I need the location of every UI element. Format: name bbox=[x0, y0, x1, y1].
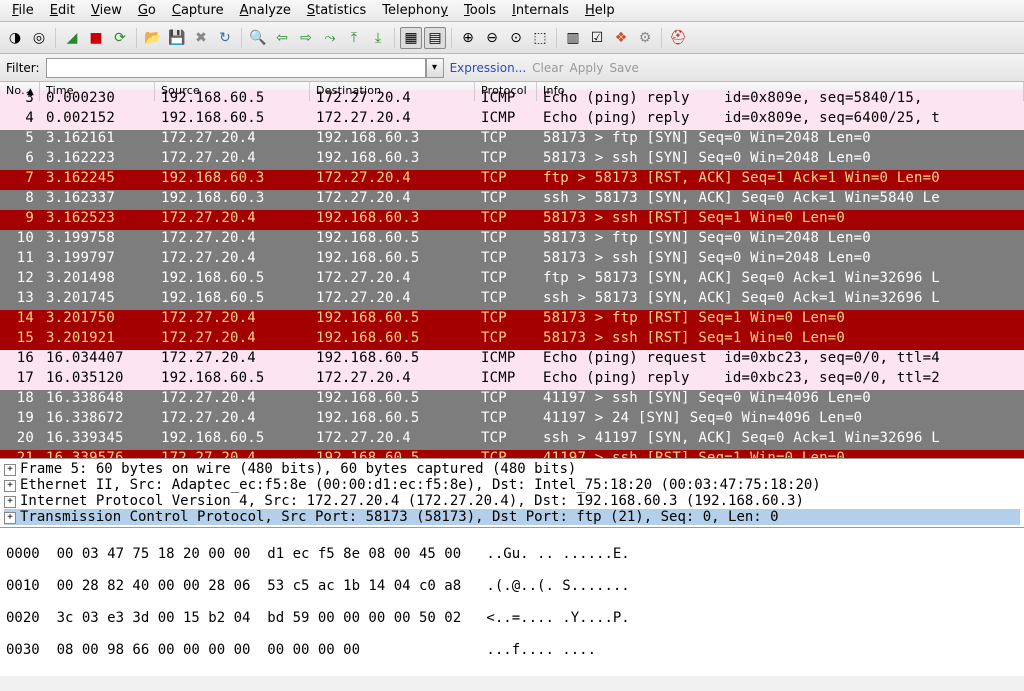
packet-list-body[interactable]: 30.000230192.168.60.5172.27.20.4ICMPEcho… bbox=[0, 90, 1024, 458]
filter-expression-link[interactable]: Expression... bbox=[450, 61, 527, 75]
expand-icon[interactable]: + bbox=[4, 464, 16, 476]
menu-edit[interactable]: Edit bbox=[42, 1, 83, 20]
packet-row[interactable]: 2016.339345192.168.60.5172.27.20.4TCPssh… bbox=[0, 430, 1024, 450]
filter-dropdown-icon[interactable]: ▾ bbox=[426, 58, 444, 78]
expand-icon[interactable]: + bbox=[4, 496, 16, 508]
menu-tools[interactable]: Tools bbox=[456, 1, 504, 20]
reload-icon[interactable]: ↻ bbox=[214, 27, 236, 49]
menu-file[interactable]: File bbox=[4, 1, 42, 20]
hex-line: 0020 3c 03 e3 3d 00 15 b2 04 bd 59 00 00… bbox=[6, 610, 1018, 626]
prefs-icon[interactable]: ⚙ bbox=[634, 27, 656, 49]
filter-label: Filter: bbox=[6, 61, 40, 75]
packet-row[interactable]: 63.162223172.27.20.4192.168.60.3TCP58173… bbox=[0, 150, 1024, 170]
packet-row[interactable]: 1716.035120192.168.60.5172.27.20.4ICMPEc… bbox=[0, 370, 1024, 390]
goto-icon[interactable]: ⤳ bbox=[319, 27, 341, 49]
menu-help[interactable]: Help bbox=[577, 1, 623, 20]
display-filter-icon[interactable]: ☑ bbox=[586, 27, 608, 49]
start-capture-icon[interactable]: ◢ bbox=[61, 27, 83, 49]
filter-clear-link[interactable]: Clear bbox=[532, 61, 563, 75]
packet-row[interactable]: 1816.338648172.27.20.4192.168.60.5TCP411… bbox=[0, 390, 1024, 410]
zoom-in-icon[interactable]: ⊕ bbox=[457, 27, 479, 49]
tree-ethernet[interactable]: +Ethernet II, Src: Adaptec_ec:f5:8e (00:… bbox=[4, 477, 1020, 493]
packet-row[interactable]: 73.162245192.168.60.3172.27.20.4TCPftp >… bbox=[0, 170, 1024, 190]
packet-row[interactable]: 40.002152192.168.60.5172.27.20.4ICMPEcho… bbox=[0, 110, 1024, 130]
menu-internals[interactable]: Internals bbox=[504, 1, 577, 20]
menu-analyze[interactable]: Analyze bbox=[232, 1, 299, 20]
hex-line: 0000 00 03 47 75 18 20 00 00 d1 ec f5 8e… bbox=[6, 546, 1018, 562]
packet-row[interactable]: 30.000230192.168.60.5172.27.20.4ICMPEcho… bbox=[0, 90, 1024, 110]
expand-icon[interactable]: + bbox=[4, 512, 16, 524]
zoom-out-icon[interactable]: ⊖ bbox=[481, 27, 503, 49]
packet-row[interactable]: 153.201921172.27.20.4192.168.60.5TCP5817… bbox=[0, 330, 1024, 350]
hex-line: 0030 08 00 98 66 00 00 00 00 00 00 00 00… bbox=[6, 642, 1018, 658]
packet-row[interactable]: 143.201750172.27.20.4192.168.60.5TCP5817… bbox=[0, 310, 1024, 330]
restart-capture-icon[interactable]: ⟳ bbox=[109, 27, 131, 49]
hex-line: 0010 00 28 82 40 00 00 28 06 53 c5 ac 1b… bbox=[6, 578, 1018, 594]
options-icon[interactable]: ◎ bbox=[28, 27, 50, 49]
menu-capture[interactable]: Capture bbox=[164, 1, 232, 20]
menu-statistics[interactable]: Statistics bbox=[299, 1, 374, 20]
packet-row[interactable]: 93.162523172.27.20.4192.168.60.3TCP58173… bbox=[0, 210, 1024, 230]
first-icon[interactable]: ⤒ bbox=[343, 27, 365, 49]
colorize-icon[interactable]: ▦ bbox=[400, 27, 422, 49]
autoscroll-icon[interactable]: ▤ bbox=[424, 27, 446, 49]
packet-row[interactable]: 83.162337192.168.60.3172.27.20.4TCPssh >… bbox=[0, 190, 1024, 210]
toolbar: ◑ ◎ ◢ ■ ⟳ 📂 💾 ✖ ↻ 🔍 ⇦ ⇨ ⤳ ⤒ ⤓ ▦ ▤ ⊕ ⊖ ⊙ … bbox=[0, 22, 1024, 54]
packet-list-pane: No.▲ Time Source Destination Protocol In… bbox=[0, 82, 1024, 458]
filter-input[interactable] bbox=[46, 58, 426, 78]
close-icon[interactable]: ✖ bbox=[190, 27, 212, 49]
help-icon[interactable]: ⛑ bbox=[667, 27, 689, 49]
expand-icon[interactable]: + bbox=[4, 480, 16, 492]
packet-row[interactable]: 1616.034407172.27.20.4192.168.60.5ICMPEc… bbox=[0, 350, 1024, 370]
packet-row[interactable]: 133.201745192.168.60.5172.27.20.4TCPssh … bbox=[0, 290, 1024, 310]
find-icon[interactable]: 🔍 bbox=[247, 27, 269, 49]
packet-detail-pane[interactable]: +Frame 5: 60 bytes on wire (480 bits), 6… bbox=[0, 458, 1024, 527]
coloring-rules-icon[interactable]: ❖ bbox=[610, 27, 632, 49]
tree-tcp[interactable]: +Transmission Control Protocol, Src Port… bbox=[4, 509, 1020, 525]
tree-ip[interactable]: +Internet Protocol Version 4, Src: 172.2… bbox=[4, 493, 1020, 509]
menu-telephony[interactable]: Telephony bbox=[374, 1, 456, 20]
capture-filter-icon[interactable]: ▥ bbox=[562, 27, 584, 49]
packet-row[interactable]: 103.199758172.27.20.4192.168.60.5TCP5817… bbox=[0, 230, 1024, 250]
interfaces-icon[interactable]: ◑ bbox=[4, 27, 26, 49]
packet-row[interactable]: 113.199797172.27.20.4192.168.60.5TCP5817… bbox=[0, 250, 1024, 270]
menu-bar: File Edit View Go Capture Analyze Statis… bbox=[0, 0, 1024, 22]
save-icon[interactable]: 💾 bbox=[166, 27, 188, 49]
resize-cols-icon[interactable]: ⬚ bbox=[529, 27, 551, 49]
packet-row[interactable]: 2116.339576172.27.20.4192.168.60.5TCP411… bbox=[0, 450, 1024, 458]
menu-go[interactable]: Go bbox=[130, 1, 164, 20]
filter-bar: Filter: ▾ Expression... Clear Apply Save bbox=[0, 54, 1024, 82]
stop-capture-icon[interactable]: ■ bbox=[85, 27, 107, 49]
zoom-reset-icon[interactable]: ⊙ bbox=[505, 27, 527, 49]
filter-apply-link[interactable]: Apply bbox=[570, 61, 604, 75]
filter-save-link[interactable]: Save bbox=[609, 61, 638, 75]
forward-icon[interactable]: ⇨ bbox=[295, 27, 317, 49]
tree-frame[interactable]: +Frame 5: 60 bytes on wire (480 bits), 6… bbox=[4, 461, 1020, 477]
packet-row[interactable]: 53.162161172.27.20.4192.168.60.3TCP58173… bbox=[0, 130, 1024, 150]
last-icon[interactable]: ⤓ bbox=[367, 27, 389, 49]
menu-view[interactable]: View bbox=[83, 1, 130, 20]
back-icon[interactable]: ⇦ bbox=[271, 27, 293, 49]
packet-row[interactable]: 1916.338672172.27.20.4192.168.60.5TCP411… bbox=[0, 410, 1024, 430]
open-icon[interactable]: 📂 bbox=[142, 27, 164, 49]
hex-dump-pane[interactable]: 0000 00 03 47 75 18 20 00 00 d1 ec f5 8e… bbox=[0, 527, 1024, 676]
packet-row[interactable]: 123.201498192.168.60.5172.27.20.4TCPftp … bbox=[0, 270, 1024, 290]
